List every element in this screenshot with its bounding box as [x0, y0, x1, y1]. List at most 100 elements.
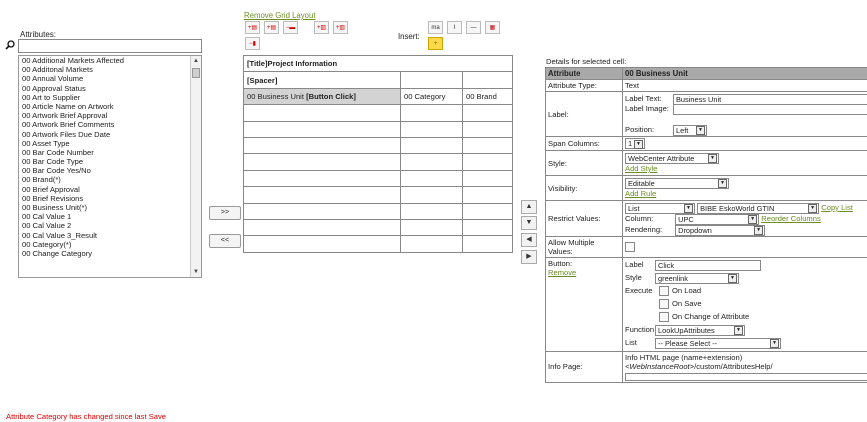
grid-cell[interactable] — [462, 71, 513, 89]
grid-cell[interactable] — [400, 153, 463, 171]
rendering-select[interactable]: Dropdown ▼ — [675, 224, 766, 236]
scroll-up-icon[interactable]: ▲ — [191, 56, 201, 66]
style-select[interactable]: WebCenter Attribute ▼ — [625, 152, 719, 164]
grid-cell[interactable] — [400, 104, 463, 122]
label-image-input[interactable] — [673, 104, 867, 115]
function-select[interactable]: LookUpAttributes ▼ — [655, 324, 745, 336]
delete-row-icon[interactable]: −▬ — [283, 21, 298, 34]
attribute-list-item[interactable]: 00 Additional Markets Affected — [19, 56, 201, 65]
grid-cell[interactable] — [462, 169, 513, 188]
span-columns-select[interactable]: 1 ▼ — [625, 138, 645, 149]
attribute-search-input[interactable] — [18, 39, 202, 53]
grid-cell[interactable] — [462, 104, 513, 122]
on-load-checkbox[interactable] — [659, 286, 669, 296]
grid-cell[interactable] — [462, 218, 513, 237]
insert-row-above-icon[interactable]: +▤ — [245, 21, 260, 34]
label-text-input[interactable]: Business Unit — [673, 93, 867, 105]
grid-cell-brand[interactable]: 00 Brand — [462, 87, 513, 106]
grid-cell[interactable] — [462, 202, 513, 220]
attribute-list-item[interactable]: 00 Art to Supplier — [19, 93, 201, 102]
attribute-list-scrollbar[interactable]: ▲ ▼ — [190, 56, 201, 277]
delete-column-icon[interactable]: −▮ — [245, 37, 260, 50]
grid-cell[interactable] — [400, 202, 463, 220]
insert-column-left-icon[interactable]: +▥ — [314, 21, 329, 34]
attribute-listbox[interactable]: 00 Additional Markets Affected 00 Additon… — [18, 55, 202, 278]
grid-cell-spacer[interactable]: [Spacer] — [243, 71, 401, 89]
attribute-list-item[interactable]: 00 Brief Revisions — [19, 194, 201, 203]
grid-cell[interactable] — [243, 136, 401, 155]
scrollbar-thumb[interactable] — [192, 68, 200, 78]
grid-cell[interactable] — [400, 120, 463, 138]
insert-row-below-icon[interactable]: +▤ — [264, 21, 279, 34]
restrict-type-select[interactable]: List ▼ — [625, 202, 695, 214]
grid-cell-category[interactable]: 00 Category — [400, 87, 463, 106]
attribute-list-item[interactable]: 00 Cal Value 1 — [19, 212, 201, 221]
column-select[interactable]: UPC ▼ — [675, 213, 760, 225]
grid-cell[interactable] — [462, 235, 513, 253]
reorder-columns-link[interactable]: Reorder Columns — [761, 214, 821, 223]
attribute-list-item[interactable]: 00 Change Category — [19, 249, 201, 258]
visibility-select[interactable]: Editable ▼ — [625, 177, 729, 189]
add-rule-link[interactable]: Add Rule — [625, 189, 656, 198]
attribute-list-item[interactable]: 00 Artwork Files Due Date — [19, 130, 201, 139]
grid-cell[interactable] — [462, 136, 513, 155]
add-style-link[interactable]: Add Style — [625, 164, 658, 173]
grid-cell[interactable] — [243, 235, 401, 253]
attribute-list-item[interactable]: 00 Bar Code Number — [19, 148, 201, 157]
insert-separator-icon[interactable]: — — [466, 21, 481, 34]
button-style-select[interactable]: greenlink ▼ — [655, 272, 739, 284]
attribute-list-item[interactable]: 00 Additonal Markets — [19, 65, 201, 74]
add-attribute-button[interactable]: >> — [209, 206, 241, 220]
attribute-list-item[interactable]: 00 Category(*) — [19, 240, 201, 249]
attribute-list-item[interactable]: 00 Asset Type — [19, 139, 201, 148]
remove-grid-layout-link[interactable]: Remove Grid Layout — [244, 11, 316, 20]
grid-cell[interactable] — [400, 235, 463, 253]
attribute-list-item[interactable]: 00 Artwork Brief Approval — [19, 111, 201, 120]
move-up-icon[interactable]: ▲ — [521, 200, 537, 214]
attribute-list-item[interactable]: 00 Article Name on Artwork — [19, 102, 201, 111]
move-left-icon[interactable]: ◀ — [521, 233, 537, 247]
attribute-list-item[interactable]: 00 Bar Code Type — [19, 157, 201, 166]
grid-cell-selected[interactable]: 00 Business Unit [Button Click] — [243, 87, 401, 106]
attribute-list-item[interactable]: 00 Business Unit(*) — [19, 203, 201, 212]
insert-column-right-icon[interactable]: +▥ — [333, 21, 348, 34]
insert-button-icon[interactable]: + — [428, 37, 443, 50]
attribute-list-item[interactable]: 00 Cal Value 2 — [19, 221, 201, 230]
insert-text-icon[interactable]: ma — [428, 21, 443, 34]
grid-cell[interactable] — [462, 120, 513, 138]
attribute-list-item[interactable]: 00 Approval Status — [19, 84, 201, 93]
attribute-list-item[interactable]: 00 Annual Volume — [19, 74, 201, 83]
grid-cell[interactable] — [243, 218, 401, 237]
copy-list-link[interactable]: Copy List — [821, 203, 853, 212]
grid-cell[interactable] — [400, 169, 463, 188]
grid-cell-title[interactable]: [Title]Project Information — [243, 54, 513, 73]
grid-cell[interactable] — [400, 218, 463, 237]
restrict-list-select[interactable]: BIBE EskoWorld GTIN ▼ — [697, 202, 820, 214]
scroll-down-icon[interactable]: ▼ — [191, 267, 201, 277]
grid-cell[interactable] — [243, 169, 401, 188]
allow-multiple-checkbox[interactable] — [625, 242, 635, 252]
grid-cell[interactable] — [243, 104, 401, 122]
search-icon[interactable] — [5, 40, 15, 50]
grid-cell[interactable] — [243, 202, 401, 220]
on-save-checkbox[interactable] — [659, 299, 669, 309]
insert-spacer-icon[interactable]: I — [447, 21, 462, 34]
attribute-list-item[interactable]: 00 Cal Value 3_Result — [19, 231, 201, 240]
remove-button-link[interactable]: Remove — [548, 268, 576, 277]
on-change-checkbox[interactable] — [659, 312, 669, 322]
grid-cell[interactable] — [400, 186, 463, 204]
grid-cell[interactable] — [400, 136, 463, 155]
attribute-list-item[interactable]: 00 Brief Approval — [19, 185, 201, 194]
grid-cell[interactable] — [243, 120, 401, 138]
grid-cell[interactable] — [243, 186, 401, 204]
list-select[interactable]: -- Please Select -- ▼ — [655, 337, 781, 349]
grid-cell[interactable] — [243, 153, 401, 171]
attribute-list-item[interactable]: 00 Bar Code Yes/No — [19, 166, 201, 175]
attribute-list-item[interactable]: 00 Artwork Brief Comments — [19, 120, 201, 129]
attribute-list-item[interactable]: 00 Brand(*) — [19, 175, 201, 184]
remove-attribute-button[interactable]: << — [209, 234, 241, 248]
button-label-input[interactable]: Click — [655, 259, 761, 271]
grid-cell[interactable] — [462, 186, 513, 204]
move-down-icon[interactable]: ▼ — [521, 216, 537, 230]
position-select[interactable]: Left ▼ — [673, 124, 707, 136]
